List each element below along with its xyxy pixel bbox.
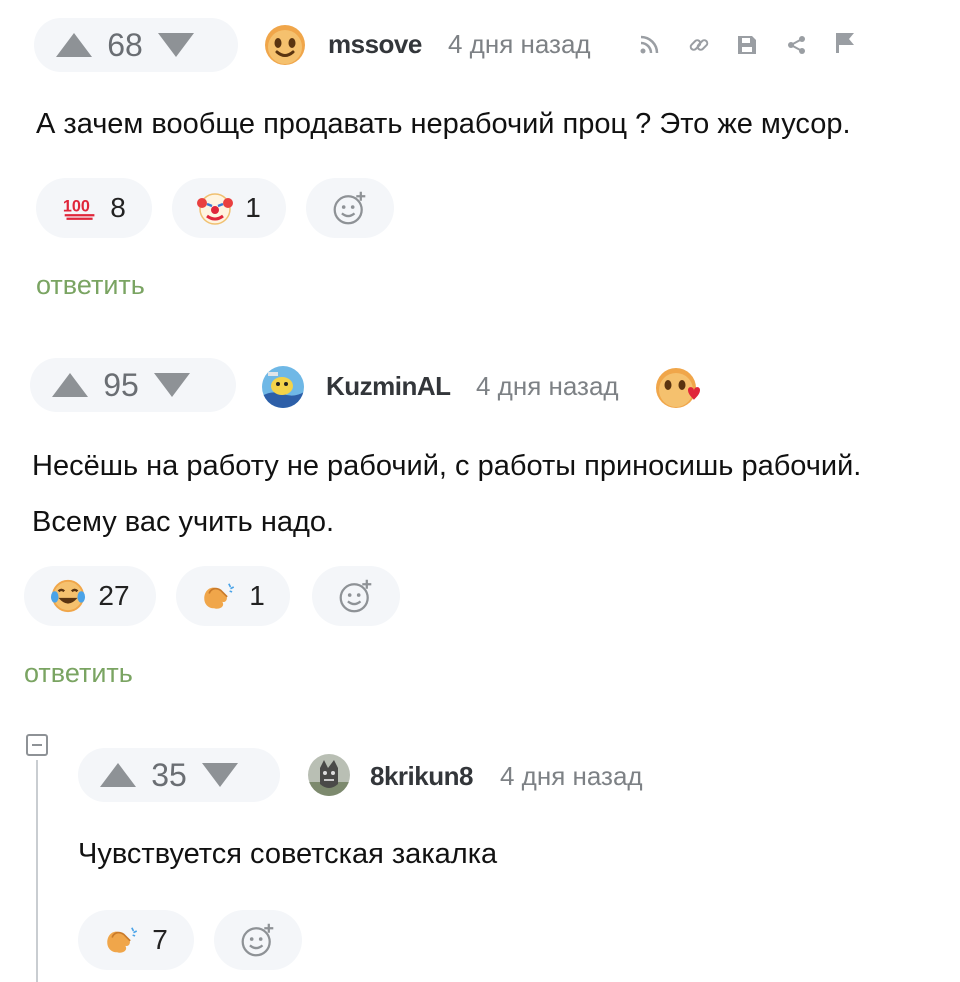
add-reaction-icon: [240, 922, 276, 958]
clapping-hands-icon: [104, 922, 140, 958]
upvote-arrow-icon[interactable]: [56, 33, 92, 57]
collapse-thread-button[interactable]: [26, 734, 48, 756]
link-icon[interactable]: [686, 32, 712, 58]
add-reaction-icon: [338, 578, 374, 614]
comment-text-line: Несёшь на работу не рабочий, с работы пр…: [32, 450, 862, 482]
comment-text: А зачем вообще продавать нерабочий проц …: [36, 96, 851, 152]
comment-text: Несёшь на работу не рабочий, с работы пр…: [32, 438, 861, 550]
add-reaction-button[interactable]: [312, 566, 400, 626]
hundred-points-icon: 100: [62, 190, 98, 226]
reaction-count: 7: [152, 924, 168, 955]
reaction-count: 8: [110, 192, 126, 223]
timestamp[interactable]: 4 дня назад: [448, 29, 591, 60]
clown-face-icon: [197, 190, 234, 226]
vote-count: 95: [103, 366, 139, 403]
clapping-hands-icon: [201, 578, 237, 614]
username[interactable]: mssove: [328, 29, 422, 60]
timestamp[interactable]: 4 дня назад: [500, 761, 643, 792]
reaction-count: 27: [98, 580, 130, 611]
reaction-button[interactable]: 100 8: [36, 178, 152, 238]
comment-text-line: А зачем вообще продавать нерабочий проц …: [36, 108, 851, 140]
rss-icon[interactable]: [636, 32, 662, 58]
vote-count: 68: [107, 26, 143, 63]
username[interactable]: 8krikun8: [370, 761, 473, 792]
vote-widget: 35: [78, 748, 280, 802]
reaction-count: 1: [249, 580, 265, 611]
reply-link[interactable]: ответить: [36, 270, 145, 301]
share-icon[interactable]: [784, 32, 810, 58]
add-reaction-button[interactable]: [306, 178, 394, 238]
timestamp[interactable]: 4 дня назад: [476, 371, 619, 402]
svg-text:100: 100: [63, 198, 90, 216]
vote-widget: 68: [34, 18, 238, 72]
avatar[interactable]: [262, 366, 304, 408]
downvote-arrow-icon[interactable]: [154, 373, 190, 397]
face-blowing-kiss-icon: [654, 364, 702, 412]
username[interactable]: KuzminAL: [326, 371, 451, 402]
reply-link[interactable]: ответить: [24, 658, 133, 689]
add-reaction-icon: [332, 190, 368, 226]
downvote-arrow-icon[interactable]: [202, 763, 238, 787]
reaction-button[interactable]: 27: [24, 566, 156, 626]
add-reaction-button[interactable]: [214, 910, 302, 970]
reaction-count: 1: [245, 192, 261, 223]
upvote-arrow-icon[interactable]: [52, 373, 88, 397]
downvote-arrow-icon[interactable]: [158, 33, 194, 57]
vote-count: 35: [151, 756, 187, 793]
save-icon[interactable]: [734, 32, 760, 58]
reaction-button[interactable]: 1: [176, 566, 290, 626]
reaction-button[interactable]: 1: [172, 178, 286, 238]
vote-widget: 95: [30, 358, 236, 412]
avatar[interactable]: [264, 24, 306, 66]
tears-of-joy-icon: [50, 578, 86, 614]
avatar[interactable]: [308, 754, 350, 796]
flag-icon[interactable]: [832, 30, 858, 56]
comment-text-line: Чувствуется советская закалка: [78, 838, 498, 870]
reaction-button[interactable]: 7: [78, 910, 194, 970]
upvote-arrow-icon[interactable]: [100, 763, 136, 787]
comment-text: Чувствуется советская закалка: [78, 826, 497, 882]
comment-text-line: Всему вас учить надо.: [32, 506, 335, 538]
thread-line[interactable]: [36, 760, 38, 982]
